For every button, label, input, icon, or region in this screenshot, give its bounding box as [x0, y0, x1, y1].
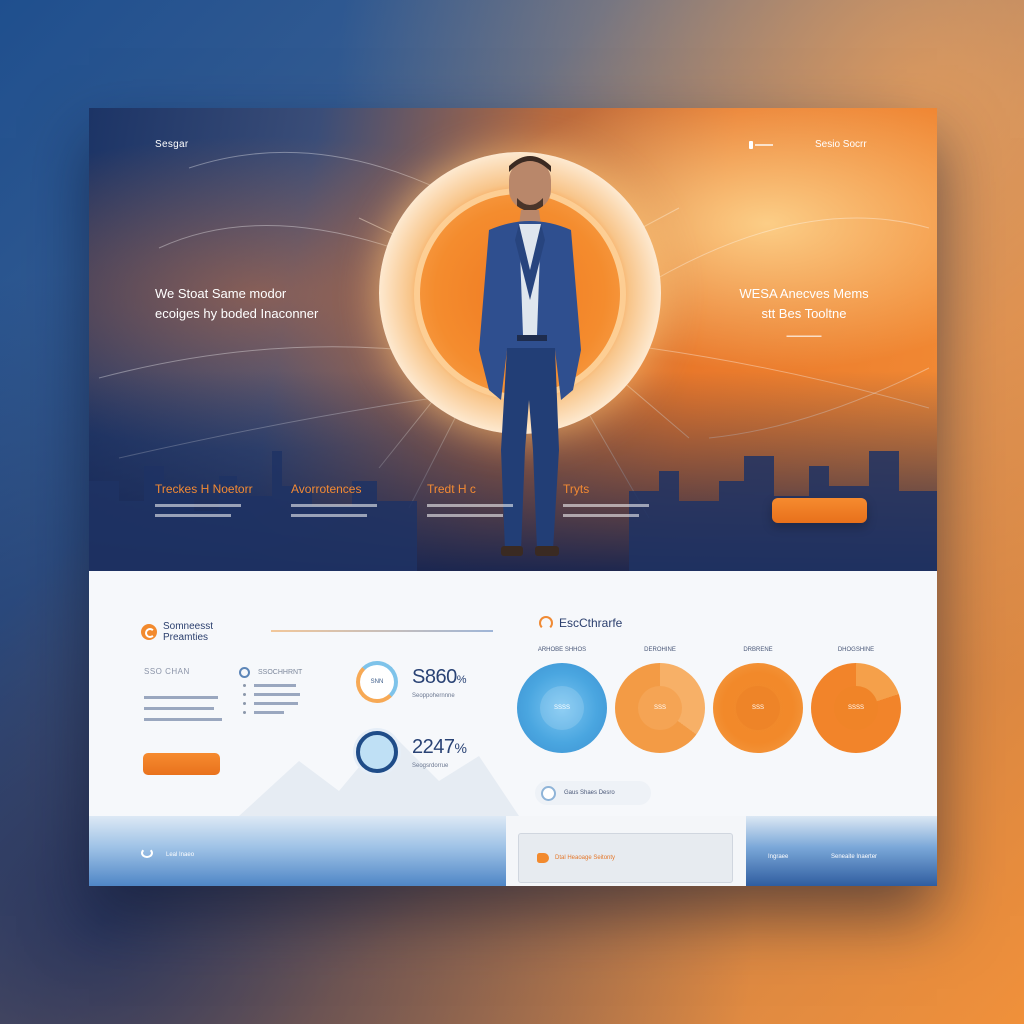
metric-circle[interactable]: DHOGSHINE SSSS [811, 647, 901, 753]
metric-label: DRBRENE [743, 647, 773, 653]
site-logo[interactable]: Sesgar [155, 139, 189, 150]
top-nav: Sesio Socrr [749, 139, 867, 150]
hero-headline-right: WESA Anecves Mems stt Bes Tooltne ▬▬▬▬▬▬… [729, 284, 879, 346]
footer-middle: Dtal Heaoage Seitonty [506, 816, 746, 886]
right-panel-title: EscCthrarfe [559, 616, 623, 630]
footer-link[interactable]: Seneaite Inaerter [831, 854, 877, 860]
services-text-block [144, 696, 222, 729]
feature-text-line [155, 504, 241, 507]
hero-right-subline: ▬▬▬▬▬▬▬ [786, 333, 822, 339]
hero-feature-item[interactable]: Avorrotences [291, 482, 427, 524]
footer-link[interactable]: Leal Inaeo [166, 852, 194, 858]
services-heading: Somneesst Preamties [141, 621, 213, 643]
stat-value: S860 [412, 665, 457, 688]
stat-value: 2247 [412, 735, 455, 758]
metric-center: SSS [736, 686, 780, 730]
checklist-header: SSOCHHRNT [258, 669, 303, 676]
hero-features: Treckes H Noetorr Avorrotences Tredt H c… [155, 482, 699, 524]
checklist-ring-icon [239, 667, 250, 678]
feature-text-line [291, 504, 377, 507]
right-panel-heading: EscCthrarfe [539, 616, 622, 630]
circle-metrics: ARHOBE SHHOS SSSS DEROHINE SSS DRBRENE S… [517, 647, 901, 753]
metric-label: ARHOBE SHHOS [537, 647, 587, 653]
section-divider [271, 630, 493, 632]
radio-icon [541, 785, 556, 801]
hero-feature-item[interactable]: Tryts [563, 482, 699, 524]
footer-link[interactable]: Ingraee [768, 854, 788, 860]
footer-box-label: Dtal Heaoage Seitonty [555, 855, 616, 861]
hero-left-line-1: We Stoat Same modor [155, 286, 287, 301]
feature-text-line [563, 504, 649, 507]
feature-text-line [563, 514, 639, 517]
hero-right-line-2: stt Bes Tooltne [761, 306, 847, 321]
hero-left-line-2: ecoiges hy boded Inaconner [155, 306, 319, 321]
stat-caption: Seogsrdorrue [412, 762, 449, 769]
feature-title: Tryts [563, 482, 590, 496]
stat-card: 2247% Seogsrdorrue [356, 731, 467, 773]
metric-circle[interactable]: DEROHINE SSS [615, 647, 705, 753]
hero-cta-button[interactable] [772, 498, 867, 523]
metric-center: SSS [638, 686, 682, 730]
feature-title: Tredt H c [427, 482, 476, 496]
metric-circle[interactable]: DRBRENE SSS [713, 647, 803, 753]
services-icon [141, 624, 157, 640]
hero-feature-item[interactable]: Tredt H c [427, 482, 563, 524]
stat-suffix: % [454, 739, 467, 756]
feature-text-line [427, 504, 513, 507]
toggle-pill[interactable]: Gaus Shaes Desro [535, 781, 651, 805]
footer-input-box[interactable]: Dtal Heaoage Seitonty [518, 833, 733, 883]
feature-text-line [427, 514, 503, 517]
metric-center: SSSS [834, 686, 878, 730]
services-title-line-1: Somneesst [163, 621, 214, 632]
webpage-mockup: Sesgar Sesio Socrr We Stoat Same modor e… [89, 108, 937, 886]
metric-center: SSSS [540, 686, 584, 730]
services-title-line-2: Preamties [163, 632, 209, 643]
nav-link[interactable]: Sesio Socrr [815, 139, 867, 150]
metric-label: DHOGSHINE [837, 647, 875, 653]
metric-label: DEROHINE [644, 647, 676, 653]
hero-section: Sesgar Sesio Socrr We Stoat Same modor e… [89, 108, 937, 571]
services-section: Somneesst Preamties SSO CHAN SSOCHHRNT S… [89, 571, 937, 816]
magnifier-icon [539, 616, 553, 630]
hero-headline-left: We Stoat Same modor ecoiges hy boded Ina… [155, 284, 318, 324]
feature-text-line [291, 514, 367, 517]
stat-suffix: % [456, 673, 467, 686]
services-small-label: SSO CHAN [144, 667, 190, 676]
stat-caption: Seoppohernnne [412, 692, 455, 699]
feature-title: Treckes H Noetorr [155, 482, 253, 496]
services-checklist: SSOCHHRNT [239, 667, 302, 714]
menu-icon[interactable] [749, 140, 773, 149]
hero-right-line-1: WESA Anecves Mems [739, 286, 869, 301]
feature-text-line [155, 514, 231, 517]
chat-icon [537, 853, 549, 863]
stat-gauge [356, 731, 398, 773]
services-button[interactable] [143, 753, 220, 775]
stat-gauge: SNN [356, 661, 398, 703]
footer-icon [141, 848, 153, 858]
stat-card: SNN S860% Seoppohernnne [356, 661, 467, 703]
footer: Leal Inaeo Dtal Heaoage Seitonty Ingraee… [89, 816, 937, 886]
pill-label: Gaus Shaes Desro [564, 790, 615, 796]
footer-right: Ingraee Seneaite Inaerter [746, 816, 937, 886]
footer-left: Leal Inaeo [89, 816, 506, 886]
metric-circle[interactable]: ARHOBE SHHOS SSSS [517, 647, 607, 753]
feature-title: Avorrotences [291, 482, 362, 496]
hero-feature-item[interactable]: Treckes H Noetorr [155, 482, 291, 524]
